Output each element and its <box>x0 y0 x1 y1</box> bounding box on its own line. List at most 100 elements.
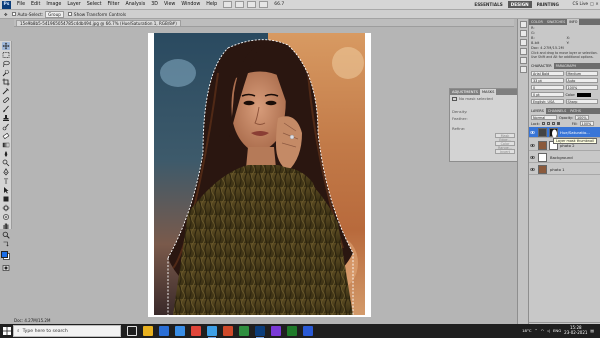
3d-rotate-tool-icon[interactable] <box>2 204 10 212</box>
tab-info[interactable]: INFO <box>567 19 580 25</box>
anti-alias-select[interactable]: Sharp <box>565 99 598 104</box>
text-color-swatch[interactable] <box>577 92 592 97</box>
clock[interactable]: 15:28 23-02-2021 <box>564 325 587 335</box>
path-selection-tool-icon[interactable] <box>2 186 10 194</box>
tracking-field[interactable]: 0 <box>531 85 564 90</box>
menu-layer[interactable]: Layer <box>64 2 83 7</box>
powerpoint-icon[interactable] <box>223 326 233 336</box>
hand-tool-icon[interactable] <box>2 222 10 230</box>
menu-window[interactable]: Window <box>178 2 203 7</box>
leading-field[interactable]: Auto <box>565 78 598 83</box>
pen-tool-icon[interactable] <box>2 168 10 176</box>
histogram-panel-icon[interactable] <box>519 66 527 73</box>
swap-colors-icon[interactable] <box>2 240 10 248</box>
quick-mask-icon[interactable] <box>2 264 10 272</box>
weather-temp[interactable]: 18°C <box>522 328 531 333</box>
dodge-tool-icon[interactable] <box>2 159 10 167</box>
visibility-eye-icon[interactable] <box>529 155 536 160</box>
color-range-button[interactable]: Color Range... <box>495 141 515 150</box>
windows-start-icon[interactable] <box>2 326 12 336</box>
fill-field[interactable]: 100% <box>579 121 594 126</box>
invert-button[interactable]: Invert <box>495 149 515 154</box>
tab-adjustments[interactable]: ADJUSTMENTS <box>450 89 480 95</box>
visibility-eye-icon[interactable] <box>529 167 536 172</box>
task-view-icon[interactable] <box>127 326 137 336</box>
menu-3d[interactable]: 3D <box>148 2 161 7</box>
mail-icon[interactable] <box>175 326 185 336</box>
menu-view[interactable]: View <box>161 2 178 7</box>
office-icon[interactable] <box>191 326 201 336</box>
layer-row-background[interactable]: Background <box>529 152 600 163</box>
excel-icon[interactable] <box>287 326 297 336</box>
brush-tool-icon[interactable] <box>2 105 10 113</box>
visibility-eye-icon[interactable] <box>529 130 536 135</box>
view-extras-button[interactable] <box>247 1 257 8</box>
volume-icon[interactable]: ◁ <box>547 328 550 333</box>
menu-select[interactable]: Select <box>84 2 105 7</box>
menu-help[interactable]: Help <box>203 2 220 7</box>
close-icon[interactable]: × <box>595 1 599 7</box>
font-style-select[interactable]: Medium <box>565 71 598 76</box>
chevron-up-icon[interactable]: ⌃ <box>535 328 538 333</box>
clone-stamp-tool-icon[interactable] <box>2 114 10 122</box>
menu-filter[interactable]: Filter <box>105 2 123 7</box>
font-family-select[interactable]: Arial Bold <box>531 71 564 76</box>
3d-orbit-tool-icon[interactable] <box>2 213 10 221</box>
menu-analysis[interactable]: Analysis <box>122 2 148 7</box>
layer-mask-thumbnail[interactable] <box>549 128 558 138</box>
transform-controls-checkbox[interactable] <box>67 12 72 16</box>
document-tab[interactable]: 15e9b8b5-541965054785c4db494.jpg @ 66.7%… <box>16 20 181 26</box>
workspace-painting[interactable]: PAINTING <box>534 1 562 8</box>
tab-character[interactable]: CHARACTER <box>529 63 554 69</box>
brushes-panel-icon[interactable] <box>519 39 527 46</box>
type-tool-icon[interactable]: T <box>2 177 10 185</box>
maximize-icon[interactable]: □ <box>590 1 594 7</box>
menu-file[interactable]: File <box>14 2 28 7</box>
notifications-icon[interactable]: ▤ <box>590 328 594 333</box>
lock-position-icon[interactable] <box>551 122 555 125</box>
mask-edge-button[interactable]: Mask Edge... <box>495 133 515 142</box>
wifi-icon[interactable]: ◠ <box>541 328 544 333</box>
quick-selection-tool-icon[interactable] <box>2 69 10 77</box>
store-icon[interactable] <box>159 326 169 336</box>
marquee-tool-icon[interactable] <box>2 51 10 59</box>
history-panel-icon[interactable] <box>519 21 527 28</box>
lock-pixels-icon[interactable] <box>546 122 550 125</box>
file-explorer-icon[interactable] <box>143 326 153 336</box>
arrange-documents-button[interactable] <box>259 1 269 8</box>
workspace-essentials[interactable]: ESSENTIALS <box>471 1 505 8</box>
foreground-color-swatch[interactable] <box>1 251 8 258</box>
font-size-field[interactable]: 33 pt <box>531 78 564 83</box>
word-icon[interactable] <box>303 326 313 336</box>
lock-all-icon[interactable] <box>556 122 560 125</box>
tab-channels[interactable]: CHANNELS <box>546 108 569 114</box>
mini-bridge-button[interactable] <box>235 1 245 8</box>
lasso-tool-icon[interactable] <box>2 60 10 68</box>
eraser-tool-icon[interactable] <box>2 132 10 140</box>
language-indicator[interactable]: ENG <box>553 328 561 333</box>
move-tool-icon[interactable] <box>1 42 10 50</box>
actions-panel-icon[interactable] <box>519 30 527 37</box>
tab-paths[interactable]: PATHS <box>568 108 583 114</box>
tab-swatches[interactable]: SWATCHES <box>545 19 567 25</box>
menu-edit[interactable]: Edit <box>28 2 43 7</box>
layer-row-hue-saturation[interactable]: Hue/Saturatio... <box>529 127 600 138</box>
tab-color[interactable]: COLOR <box>529 19 545 25</box>
media-player-icon[interactable] <box>271 326 281 336</box>
navigator-panel-icon[interactable] <box>519 57 527 64</box>
auto-select-dropdown[interactable]: Group <box>45 10 64 18</box>
history-brush-tool-icon[interactable] <box>2 123 10 131</box>
layer-row-photo-1[interactable]: photo 1 <box>529 164 600 175</box>
menu-image[interactable]: Image <box>43 2 64 7</box>
shape-tool-icon[interactable] <box>2 195 10 203</box>
lock-transparency-icon[interactable] <box>541 122 545 125</box>
language-select[interactable]: English: USA <box>531 99 564 104</box>
opacity-field[interactable]: 100% <box>574 115 589 120</box>
gradient-tool-icon[interactable] <box>2 141 10 149</box>
vertical-scale-field[interactable]: 100% <box>565 85 598 90</box>
zoom-level[interactable]: 66.7 <box>274 2 284 7</box>
blur-tool-icon[interactable] <box>2 150 10 158</box>
chrome-icon[interactable] <box>239 326 249 336</box>
bridge-button[interactable] <box>223 1 233 8</box>
crop-tool-icon[interactable] <box>2 78 10 86</box>
